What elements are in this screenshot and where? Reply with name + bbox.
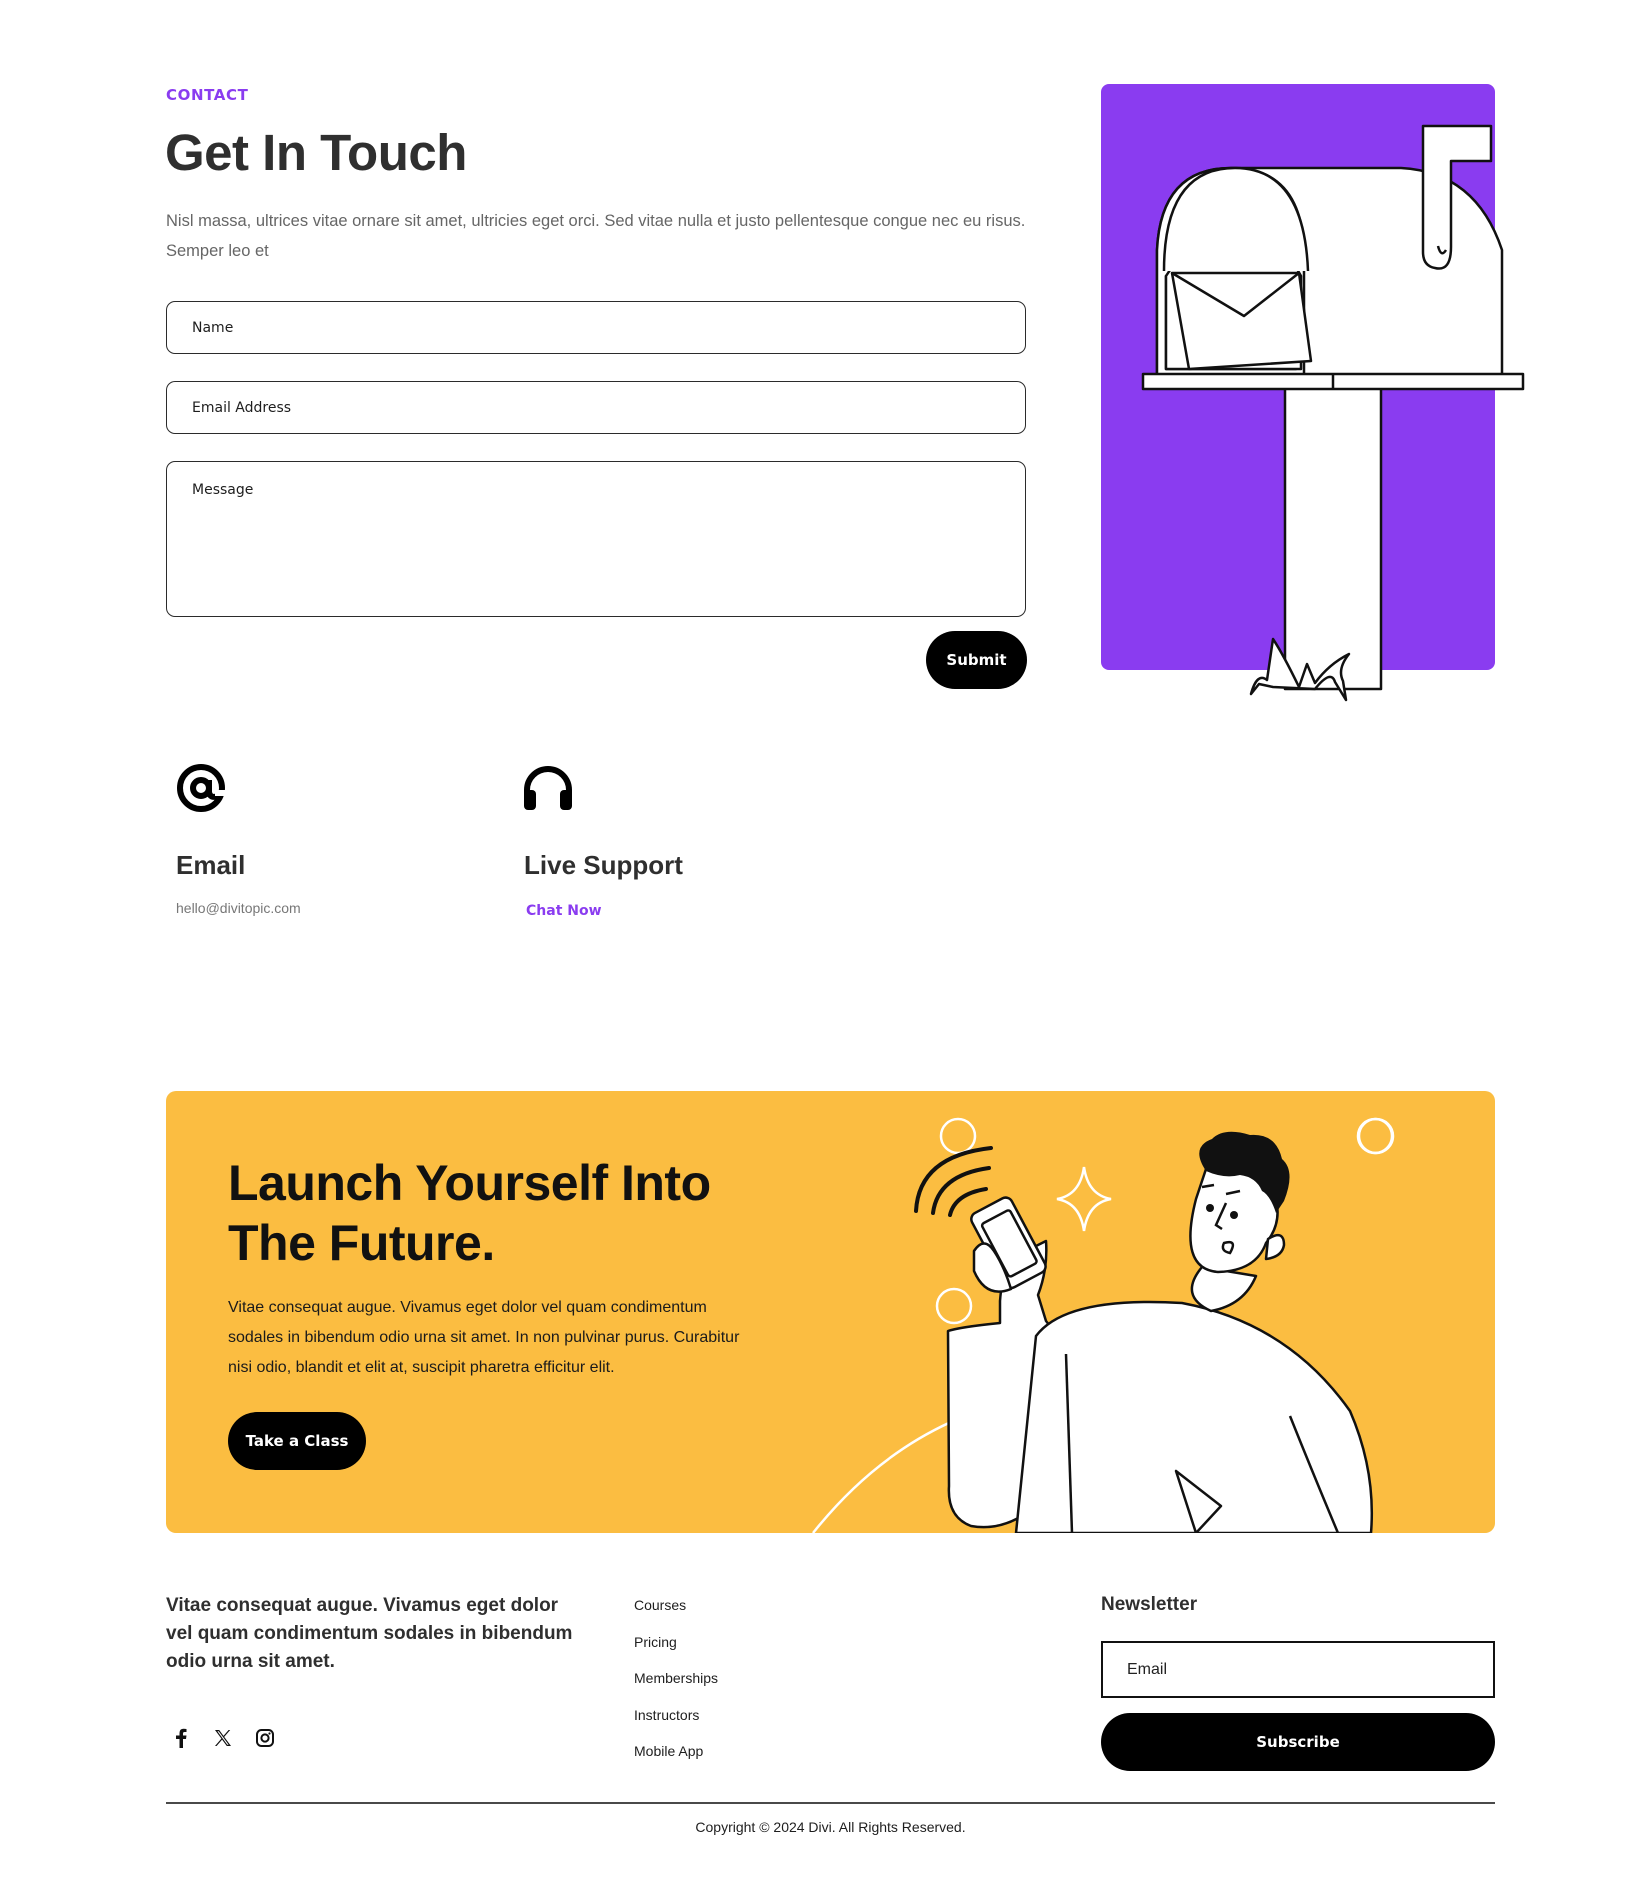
copyright-text: Copyright © 2024 Divi. All Rights Reserv… [695, 1819, 966, 1835]
cta-text: Vitae consequat augue. Vivamus eget dolo… [228, 1299, 740, 1376]
footer-divider [166, 1802, 1495, 1804]
footer-link-item: Mobile App [634, 1743, 718, 1780]
subscribe-button[interactable]: Subscribe [1101, 1713, 1495, 1771]
cta-banner: Launch Yourself Into The Future. Vitae c… [166, 1091, 1495, 1533]
instagram-icon[interactable] [252, 1725, 278, 1751]
email-value: hello@divitopic.com [176, 900, 301, 916]
footer-link-item: Courses [634, 1597, 718, 1634]
at-sign-icon [177, 764, 227, 812]
footer-link-courses[interactable]: Courses [634, 1597, 686, 1613]
email-title: Email [176, 850, 246, 880]
intro-text: Nisl massa, ultrices vitae ornare sit am… [166, 212, 1026, 260]
footer-link-item: Memberships [634, 1670, 718, 1707]
name-input[interactable] [166, 301, 1026, 354]
submit-button[interactable]: Submit [926, 631, 1027, 689]
cta-title: Launch Yourself Into The Future. [228, 1155, 711, 1271]
footer-link-item: Pricing [634, 1634, 718, 1671]
x-twitter-icon[interactable] [210, 1725, 236, 1751]
footer-link-memberships[interactable]: Memberships [634, 1670, 718, 1686]
mailbox-illustration [1141, 124, 1525, 702]
facebook-icon[interactable] [168, 1725, 194, 1751]
footer-link-mobile-app[interactable]: Mobile App [634, 1743, 703, 1759]
footer-link-item: Instructors [634, 1707, 718, 1744]
newsletter-email-input[interactable] [1101, 1641, 1495, 1698]
footer-links: Courses Pricing Memberships Instructors … [634, 1597, 718, 1780]
message-textarea[interactable] [166, 461, 1026, 617]
newsletter-title: Newsletter [1101, 1594, 1198, 1615]
chat-now-link[interactable]: Chat Now [526, 903, 602, 919]
footer-link-pricing[interactable]: Pricing [634, 1634, 677, 1650]
headphones-icon [524, 766, 572, 810]
live-support-title: Live Support [524, 850, 683, 880]
section-eyebrow: CONTACT [166, 86, 249, 104]
footer-link-instructors[interactable]: Instructors [634, 1707, 699, 1723]
email-input[interactable] [166, 381, 1026, 434]
take-a-class-button[interactable]: Take a Class [228, 1412, 366, 1470]
page-title: Get In Touch [165, 124, 467, 181]
footer-blurb: Vitae consequat augue. Vivamus eget dolo… [166, 1595, 573, 1672]
